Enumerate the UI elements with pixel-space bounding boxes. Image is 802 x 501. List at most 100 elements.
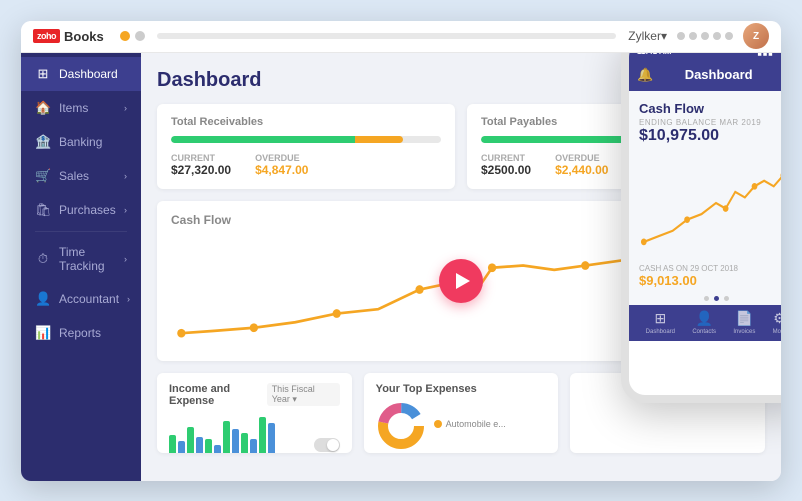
header-dot-5	[725, 32, 733, 40]
donut-legend: Automobile e...	[434, 419, 506, 432]
sidebar-label-dashboard: Dashboard	[59, 67, 127, 81]
sidebar-label-time-tracking: Time Tracking	[59, 245, 116, 273]
banking-icon: 🏦	[35, 134, 51, 150]
sidebar-label-banking: Banking	[59, 135, 127, 149]
receivables-values: CURRENT $27,320.00 OVERDUE $4,847.00	[171, 153, 441, 177]
phone-dot-2	[714, 296, 719, 301]
receivables-bar-green	[171, 136, 355, 143]
payables-current-value: $2500.00	[481, 163, 531, 177]
books-label: Books	[64, 29, 104, 44]
header-dot-2	[689, 32, 697, 40]
receivables-overdue-label: OVERDUE	[255, 153, 308, 163]
phone-content: Cash Flow ENDING BALANCE Mar 2019 $10,97…	[629, 91, 781, 305]
purchases-arrow: ›	[124, 205, 127, 215]
payables-overdue: OVERDUE $2,440.00	[555, 153, 608, 177]
donut-wrap: Automobile e...	[376, 401, 547, 451]
bar-g-5	[241, 433, 248, 453]
phone-nav-more[interactable]: ⚙ More	[773, 310, 781, 335]
receivables-overdue: OVERDUE $4,847.00	[255, 153, 308, 177]
income-expense-chart	[169, 413, 340, 453]
payables-current-label: CURRENT	[481, 153, 531, 163]
bar-g-2	[187, 427, 194, 453]
income-expense-card: Income and Expense This Fiscal Year ▾	[157, 373, 352, 453]
phone-overlay: 11:41 AM ▋▋▋ 100% 🔔 Dashboard ⊞ Cash Flo…	[621, 53, 781, 403]
sidebar-label-accountant: Accountant	[59, 292, 119, 306]
time-tracking-icon: ⏱	[35, 251, 51, 267]
sidebar-label-reports: Reports	[59, 326, 127, 340]
receivables-card: Total Receivables CURRENT $27,320.00 OVE…	[157, 104, 455, 189]
header-dots	[677, 32, 733, 40]
top-expenses-card: Your Top Expenses Automobile e...	[364, 373, 559, 453]
phone-nav-dashboard[interactable]: ⊞ Dashboard	[646, 310, 675, 335]
sidebar-item-accountant[interactable]: 👤 Accountant ›	[21, 282, 141, 316]
sidebar-item-reports[interactable]: 📊 Reports	[21, 316, 141, 350]
phone-dot-3	[724, 296, 729, 301]
legend-label-1: Automobile e...	[446, 419, 506, 429]
sidebar-item-dashboard[interactable]: ⊞ Dashboard	[21, 57, 141, 91]
receivables-overdue-value: $4,847.00	[255, 163, 308, 177]
avatar[interactable]: Z	[743, 23, 769, 49]
dashboard-icon: ⊞	[35, 66, 51, 82]
items-arrow: ›	[124, 103, 127, 113]
phone-nav-invoices-label: Invoices	[733, 329, 755, 335]
sidebar-item-time-tracking[interactable]: ⏱ Time Tracking ›	[21, 236, 141, 282]
phone-footer-amount: $9,013.00	[639, 273, 781, 288]
phone-cashflow-chart	[639, 153, 781, 253]
phone-dot-1	[704, 296, 709, 301]
toggle-wrap	[314, 438, 340, 453]
phone-status-bar: 11:41 AM ▋▋▋ 100%	[629, 53, 781, 63]
title-bar: zoho Books Zylker▾ Z	[21, 21, 781, 53]
bar-b-6	[268, 423, 275, 453]
donut-chart	[376, 401, 426, 451]
header-dot-4	[713, 32, 721, 40]
phone-nav-contacts[interactable]: 👤 Contacts	[692, 310, 716, 335]
accountant-arrow: ›	[127, 294, 130, 304]
phone-nav-invoices-icon: 📄	[736, 310, 753, 327]
time-tracking-arrow: ›	[124, 254, 127, 264]
phone-dots-row	[639, 292, 781, 305]
payables-overdue-label: OVERDUE	[555, 153, 608, 163]
income-expense-period[interactable]: This Fiscal Year ▾	[267, 383, 340, 406]
payables-current: CURRENT $2500.00	[481, 153, 531, 177]
bar-b-4	[232, 429, 239, 453]
top-expenses-title: Your Top Expenses	[376, 383, 477, 395]
phone-nav-more-label: More	[773, 329, 781, 335]
zoho-logo-box: zoho	[33, 29, 60, 43]
phone-header: 🔔 Dashboard ⊞	[629, 63, 781, 91]
sidebar-label-purchases: Purchases	[59, 203, 116, 217]
sidebar-item-banking[interactable]: 🏦 Banking	[21, 125, 141, 159]
accountant-icon: 👤	[35, 291, 51, 307]
income-expense-title: Income and Expense	[169, 383, 267, 407]
bar-g-3	[205, 439, 212, 453]
sidebar-item-items[interactable]: 🏠 Items ›	[21, 91, 141, 125]
sidebar-item-sales[interactable]: 🛒 Sales ›	[21, 159, 141, 193]
phone-nav-contacts-icon: 👤	[695, 310, 712, 327]
sidebar: ⊞ Dashboard 🏠 Items › 🏦 Banking 🛒 Sales …	[21, 53, 141, 481]
header-right: Zylker▾ Z	[628, 23, 769, 49]
user-name[interactable]: Zylker▾	[628, 29, 667, 43]
sidebar-item-purchases[interactable]: 🛍 Purchases ›	[21, 193, 141, 227]
phone-cashflow-sub: ENDING BALANCE Mar 2019	[639, 118, 781, 127]
phone-status-icons: ▋▋▋ 100%	[758, 53, 781, 56]
receivables-current-label: CURRENT	[171, 153, 231, 163]
phone-cashflow-title: Cash Flow	[639, 101, 781, 116]
app-logo: zoho Books	[33, 29, 104, 44]
sales-icon: 🛒	[35, 168, 51, 184]
play-button[interactable]	[439, 259, 483, 303]
payables-bar-green	[481, 136, 630, 143]
phone-nav-contacts-label: Contacts	[692, 329, 716, 335]
phone-bell-icon[interactable]: 🔔	[637, 67, 653, 83]
phone-header-title: Dashboard	[653, 67, 781, 82]
bar-g-4	[223, 421, 230, 453]
legend-item-1: Automobile e...	[434, 419, 506, 429]
phone-cashflow-footer: Cash as on 29 Oct 2018 $9,013.00	[639, 264, 781, 292]
receivables-progress	[171, 136, 441, 143]
phone-cashflow-amount: $10,975.00	[639, 127, 781, 145]
purchases-icon: 🛍	[35, 202, 51, 218]
phone-nav-invoices[interactable]: 📄 Invoices	[733, 310, 755, 335]
bar-b-1	[178, 441, 185, 453]
bar-g-6	[259, 417, 266, 453]
bar-b-5	[250, 439, 257, 453]
address-bar	[157, 33, 617, 39]
toggle[interactable]	[314, 438, 340, 452]
